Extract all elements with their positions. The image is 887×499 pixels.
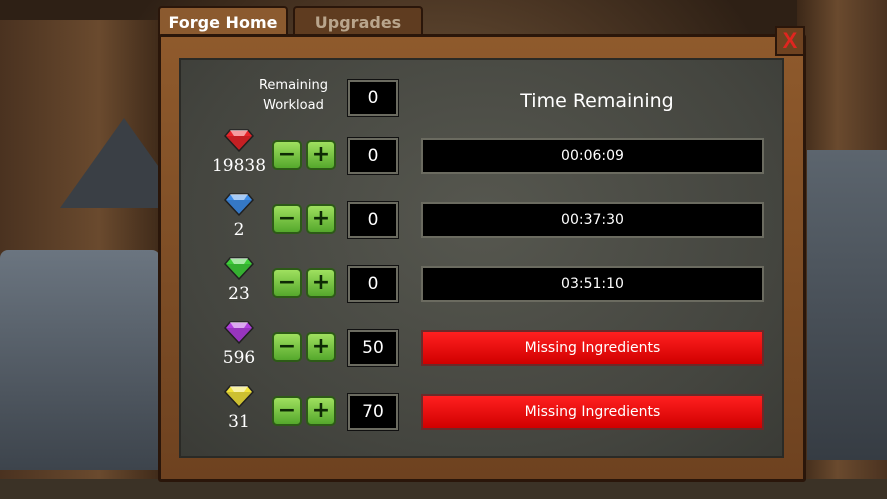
- cave-floor: [0, 479, 887, 499]
- workload-label-line2: Workload: [263, 98, 324, 113]
- increase-button[interactable]: +: [306, 396, 336, 426]
- missing-ingredients-bar: Missing Ingredients: [421, 394, 764, 430]
- quantity-field[interactable]: 0: [347, 201, 399, 239]
- decrease-button[interactable]: −: [272, 332, 302, 362]
- decrease-button[interactable]: −: [272, 140, 302, 170]
- remaining-workload-label: Remaining Workload: [246, 76, 341, 116]
- increase-button[interactable]: +: [306, 204, 336, 234]
- gem-count: 23: [228, 284, 250, 304]
- side-machine: [807, 150, 887, 460]
- quantity-field[interactable]: 0: [347, 265, 399, 303]
- quantity-field[interactable]: 70: [347, 393, 399, 431]
- time-remaining-title: Time Remaining: [520, 90, 674, 112]
- close-button[interactable]: X: [775, 26, 805, 56]
- quantity-field[interactable]: 50: [347, 329, 399, 367]
- purple-gem-icon: [224, 321, 254, 344]
- tab-forge-home[interactable]: Forge Home: [158, 6, 288, 36]
- decrease-button[interactable]: −: [272, 396, 302, 426]
- blue-gem-icon: [224, 193, 254, 216]
- timer-bar: 00:06:09: [421, 138, 764, 174]
- red-gem-icon: [224, 129, 254, 152]
- decrease-button[interactable]: −: [272, 268, 302, 298]
- yellow-gem-icon: [224, 385, 254, 408]
- increase-button[interactable]: +: [306, 140, 336, 170]
- gem-count: 596: [222, 348, 256, 368]
- missing-ingredients-bar: Missing Ingredients: [421, 330, 764, 366]
- quantity-field[interactable]: 0: [347, 137, 399, 175]
- tab-upgrades[interactable]: Upgrades: [293, 6, 423, 36]
- gem-count: 2: [233, 220, 245, 240]
- gem-count: 31: [228, 412, 250, 432]
- timer-bar: 00:37:30: [421, 202, 764, 238]
- gem-count: 19838: [211, 156, 267, 176]
- increase-button[interactable]: +: [306, 332, 336, 362]
- workload-value: 0: [347, 79, 399, 117]
- workload-label-line1: Remaining: [258, 78, 329, 93]
- timer-bar: 03:51:10: [421, 266, 764, 302]
- decrease-button[interactable]: −: [272, 204, 302, 234]
- increase-button[interactable]: +: [306, 268, 336, 298]
- forge-machine: [0, 250, 160, 470]
- green-gem-icon: [224, 257, 254, 280]
